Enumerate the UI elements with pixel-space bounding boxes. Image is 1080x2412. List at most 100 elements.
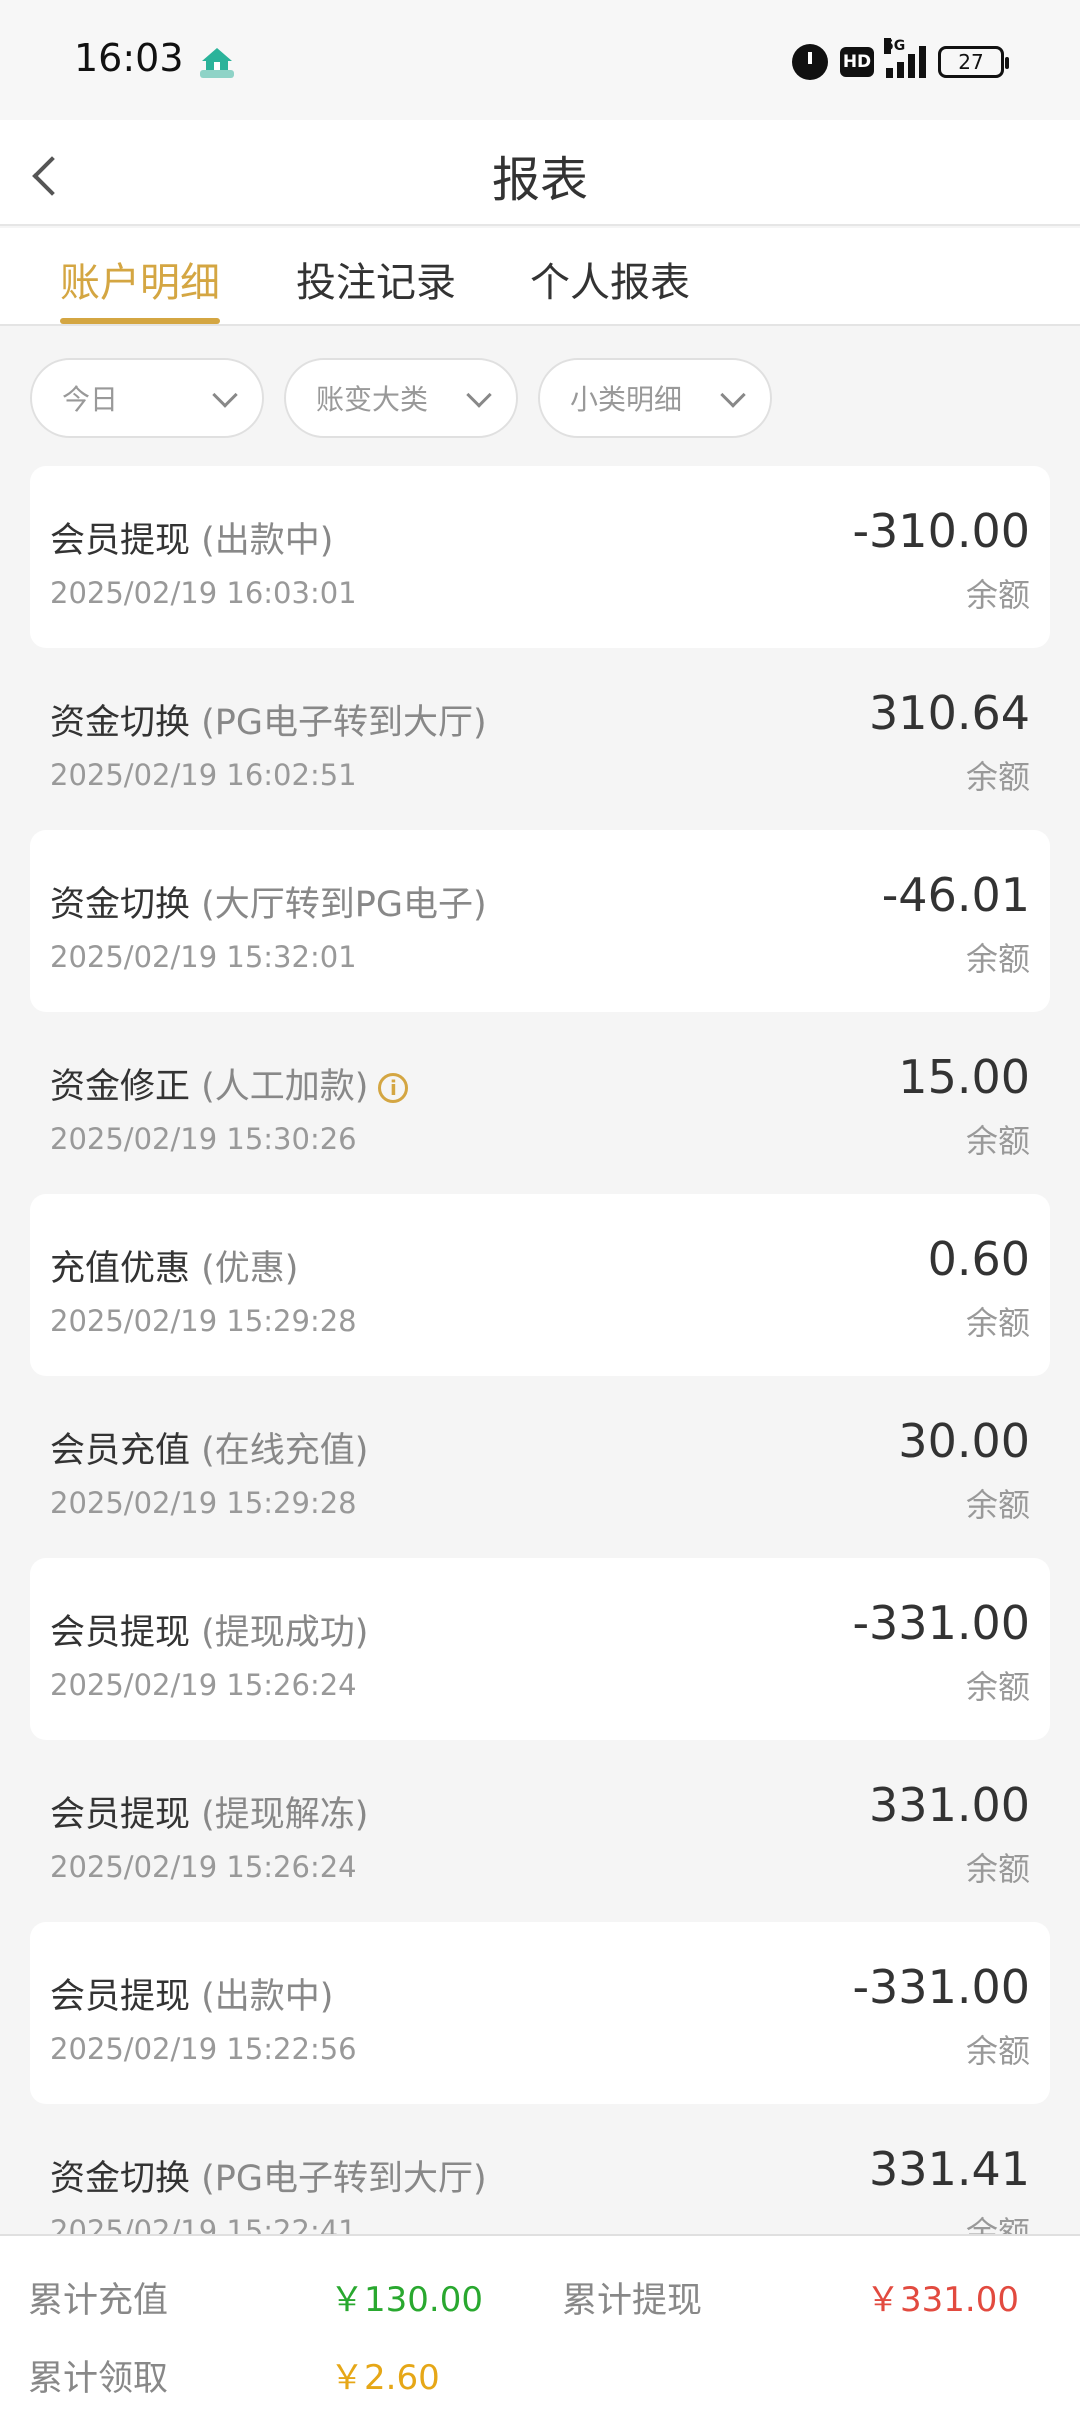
record-amount: -310.00 bbox=[852, 504, 1030, 558]
record-subtype: (人工加款) bbox=[201, 1067, 369, 1107]
record-title: 会员提现 (出款中) bbox=[50, 1968, 333, 2019]
chevron-down-icon bbox=[466, 382, 492, 408]
record-title: 资金切换 (PG电子转到大厅) bbox=[50, 2150, 487, 2201]
total-recharge-value: ￥130.00 bbox=[330, 2280, 483, 2320]
record-title: 会员充值 (在线充值) bbox=[50, 1422, 368, 1473]
chevron-down-icon bbox=[720, 382, 746, 408]
record-subtype: (PG电子转到大厅) bbox=[201, 2159, 487, 2199]
list-item[interactable]: 会员提现 (提现解冻) 2025/02/19 15:26:24 331.00 余… bbox=[30, 1740, 1050, 1922]
total-withdraw-label: 累计提现 bbox=[562, 2281, 703, 2321]
total-recharge-label: 累计充值 bbox=[28, 2281, 169, 2321]
tab-personal-report[interactable]: 个人报表 bbox=[530, 250, 690, 324]
record-subtype: (提现成功) bbox=[201, 1613, 369, 1653]
record-subtype: (优惠) bbox=[201, 1249, 299, 1289]
record-amount: 310.64 bbox=[869, 686, 1030, 740]
filter-subcategory-dropdown[interactable]: 小类明细 bbox=[538, 358, 772, 438]
tab-account-details[interactable]: 账户明细 bbox=[60, 250, 220, 324]
hd-icon: HD bbox=[840, 47, 874, 77]
status-icons: HD 5G 27 bbox=[792, 38, 1009, 82]
record-type: 资金切换 bbox=[50, 2159, 191, 2199]
record-type: 充值优惠 bbox=[50, 1249, 191, 1289]
info-icon[interactable]: i bbox=[378, 1073, 409, 1103]
record-time: 2025/02/19 16:02:51 bbox=[50, 758, 357, 792]
record-subtype: (提现解冻) bbox=[201, 1795, 369, 1835]
record-amount: 0.60 bbox=[927, 1232, 1030, 1286]
record-time: 2025/02/19 15:32:01 bbox=[50, 940, 357, 974]
record-balance-label: 余额 bbox=[965, 576, 1030, 614]
filter-date-label: 今日 bbox=[62, 383, 119, 416]
total-claim-label: 累计领取 bbox=[28, 2359, 169, 2399]
network-type: 5G bbox=[884, 38, 906, 54]
record-subtype: (在线充值) bbox=[201, 1431, 369, 1471]
record-balance-label: 余额 bbox=[965, 1850, 1030, 1888]
record-amount: -46.01 bbox=[881, 868, 1030, 922]
record-time: 2025/02/19 15:22:56 bbox=[50, 2032, 357, 2066]
total-withdraw-value: ￥331.00 bbox=[866, 2280, 1019, 2320]
record-balance-label: 余额 bbox=[965, 1122, 1030, 1160]
record-time: 2025/02/19 16:03:01 bbox=[50, 576, 357, 610]
record-balance-label: 余额 bbox=[965, 758, 1030, 796]
summary-footer: 累计充值 ￥130.00 累计提现 ￥331.00 累计领取 ￥2.60 bbox=[0, 2234, 1080, 2412]
filter-date-dropdown[interactable]: 今日 bbox=[30, 358, 264, 438]
status-time: 16:03 bbox=[74, 36, 184, 80]
record-balance-label: 余额 bbox=[965, 2032, 1030, 2070]
record-balance-label: 余额 bbox=[965, 1668, 1030, 1706]
record-title: 资金切换 (大厅转到PG电子) bbox=[50, 876, 487, 927]
record-subtype: (出款中) bbox=[201, 1977, 334, 2017]
chevron-down-icon bbox=[212, 382, 238, 408]
record-balance-label: 余额 bbox=[965, 940, 1030, 978]
page-title: 报表 bbox=[491, 152, 588, 208]
record-title: 会员提现 (提现成功) bbox=[50, 1604, 368, 1655]
record-subtype: (出款中) bbox=[201, 521, 334, 561]
record-type: 资金切换 bbox=[50, 703, 191, 743]
filter-bar: 今日 账变大类 小类明细 bbox=[30, 358, 772, 438]
list-item[interactable]: 会员提现 (提现成功) 2025/02/19 15:26:24 -331.00 … bbox=[30, 1558, 1050, 1740]
record-amount: 331.41 bbox=[869, 2142, 1030, 2196]
filter-subcategory-label: 小类明细 bbox=[570, 383, 683, 416]
record-subtype: (PG电子转到大厅) bbox=[201, 703, 487, 743]
record-amount: 15.00 bbox=[898, 1050, 1030, 1104]
record-type: 资金切换 bbox=[50, 885, 191, 925]
record-type: 会员提现 bbox=[50, 1795, 191, 1835]
status-bar: 16:03 HD 5G 27 bbox=[0, 0, 1080, 120]
record-subtype: (大厅转到PG电子) bbox=[201, 885, 487, 925]
total-claim-value: ￥2.60 bbox=[330, 2358, 440, 2398]
tab-bet-records[interactable]: 投注记录 bbox=[296, 250, 456, 324]
record-balance-label: 余额 bbox=[965, 1486, 1030, 1524]
filter-category-label: 账变大类 bbox=[316, 383, 429, 416]
list-item[interactable]: 资金修正 (人工加款) i 2025/02/19 15:30:26 15.00 余… bbox=[30, 1012, 1050, 1194]
record-type: 会员充值 bbox=[50, 1431, 191, 1471]
signal-icon: 5G bbox=[884, 38, 926, 78]
record-amount: -331.00 bbox=[852, 1960, 1030, 2014]
list-item[interactable]: 会员提现 (出款中) 2025/02/19 15:22:56 -331.00 余… bbox=[30, 1922, 1050, 2104]
record-type: 会员提现 bbox=[50, 1977, 191, 2017]
record-time: 2025/02/19 15:26:24 bbox=[50, 1850, 357, 1884]
record-amount: 331.00 bbox=[869, 1778, 1030, 1832]
record-time: 2025/02/19 15:26:24 bbox=[50, 1668, 357, 1702]
record-time: 2025/02/19 15:29:28 bbox=[50, 1304, 357, 1338]
record-title: 资金切换 (PG电子转到大厅) bbox=[50, 694, 487, 745]
list-item[interactable]: 会员提现 (出款中) 2025/02/19 16:03:01 -310.00 余… bbox=[30, 466, 1050, 648]
header: 报表 bbox=[0, 120, 1080, 226]
alarm-icon bbox=[792, 44, 828, 80]
record-balance-label: 余额 bbox=[965, 1304, 1030, 1342]
record-time: 2025/02/19 15:30:26 bbox=[50, 1122, 357, 1156]
record-amount: -331.00 bbox=[852, 1596, 1030, 1650]
battery-icon: 27 bbox=[938, 46, 1009, 78]
record-time: 2025/02/19 15:29:28 bbox=[50, 1486, 357, 1520]
record-title: 资金修正 (人工加款) i bbox=[50, 1058, 409, 1109]
record-list: 会员提现 (出款中) 2025/02/19 16:03:01 -310.00 余… bbox=[30, 466, 1050, 2286]
tab-bar: 账户明细 投注记录 个人报表 bbox=[0, 228, 1080, 326]
record-title: 充值优惠 (优惠) bbox=[50, 1240, 298, 1291]
list-item[interactable]: 充值优惠 (优惠) 2025/02/19 15:29:28 0.60 余额 bbox=[30, 1194, 1050, 1376]
list-item[interactable]: 资金切换 (大厅转到PG电子) 2025/02/19 15:32:01 -46.… bbox=[30, 830, 1050, 1012]
record-title: 会员提现 (提现解冻) bbox=[50, 1786, 368, 1837]
record-title: 会员提现 (出款中) bbox=[50, 512, 333, 563]
record-type: 会员提现 bbox=[50, 1613, 191, 1653]
list-item[interactable]: 资金切换 (PG电子转到大厅) 2025/02/19 16:02:51 310.… bbox=[30, 648, 1050, 830]
list-item[interactable]: 会员充值 (在线充值) 2025/02/19 15:29:28 30.00 余额 bbox=[30, 1376, 1050, 1558]
record-type: 资金修正 bbox=[50, 1067, 191, 1107]
record-amount: 30.00 bbox=[898, 1414, 1030, 1468]
app-home-icon bbox=[200, 48, 234, 78]
filter-category-dropdown[interactable]: 账变大类 bbox=[284, 358, 518, 438]
